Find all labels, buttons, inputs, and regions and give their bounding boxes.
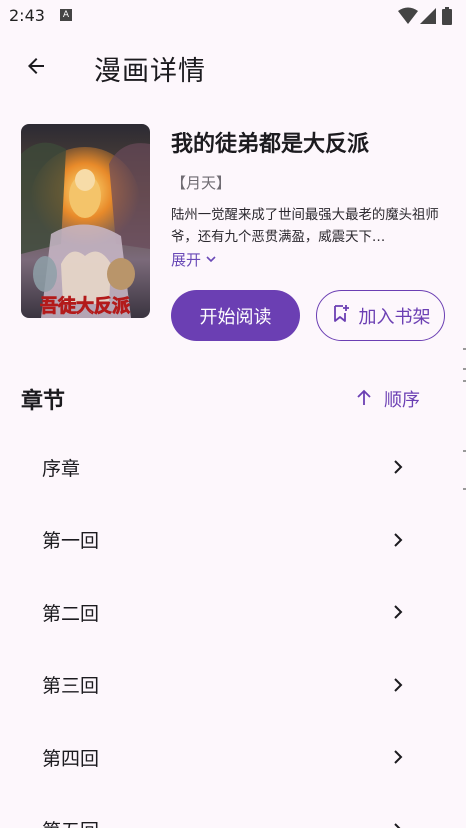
chevron-right-icon — [390, 532, 406, 548]
a-box-icon: A — [60, 9, 72, 21]
status-time: 2:43 — [9, 6, 45, 25]
chevron-right-icon — [390, 749, 406, 765]
chapter-item[interactable]: 第一回 — [0, 504, 466, 577]
bookmark-add-icon — [331, 303, 351, 328]
sort-label: 顺序 — [384, 390, 420, 411]
back-button[interactable] — [16, 50, 56, 86]
start-reading-button[interactable]: 开始阅读 — [171, 290, 300, 341]
scrollbar[interactable] — [461, 340, 466, 500]
chapter-item[interactable]: 第五回 — [0, 794, 466, 828]
status-bar: 2:43 A — [0, 0, 466, 32]
app-bar: 漫画详情 — [0, 36, 466, 100]
chapter-item[interactable]: 序章 — [0, 431, 466, 504]
sort-order-button[interactable]: 顺序 — [356, 386, 420, 412]
chevron-right-icon — [390, 604, 406, 620]
chapter-item[interactable]: 第四回 — [0, 721, 466, 794]
chevron-down-icon — [205, 251, 217, 269]
comic-cover-image: 吾徒大反派 — [21, 124, 150, 318]
arrow-up-icon — [356, 388, 372, 411]
chapter-item[interactable]: 第三回 — [0, 649, 466, 722]
signal-icon — [420, 7, 436, 29]
battery-icon — [442, 7, 452, 29]
arrow-left-icon — [24, 54, 48, 82]
chapter-label: 第三回 — [42, 675, 100, 698]
chapter-label: 第二回 — [42, 602, 100, 625]
chapter-label: 第四回 — [42, 747, 100, 770]
chapter-list: 序章 第一回 第二回 第三回 第四回 — [0, 431, 466, 828]
chevron-right-icon — [390, 677, 406, 693]
expand-label: 展开 — [171, 251, 202, 269]
comic-author: 【月天】 — [171, 174, 232, 192]
page-title: 漫画详情 — [94, 56, 206, 87]
expand-description-button[interactable]: 展开 — [171, 249, 217, 270]
add-to-shelf-button[interactable]: 加入书架 — [316, 290, 445, 341]
comic-title: 我的徒弟都是大反派 — [171, 132, 370, 157]
comic-description: 陆州一觉醒来成了世间最强大最老的魔头祖师爷，还有九个恶贯满盈，威震天下… — [171, 208, 439, 245]
chapters-section-title: 章节 — [21, 389, 66, 414]
chapter-item[interactable]: 第二回 — [0, 576, 466, 649]
wifi-icon — [398, 7, 418, 29]
chevron-right-icon — [390, 459, 406, 475]
chapter-label: 序章 — [42, 457, 81, 480]
chevron-right-icon — [390, 822, 406, 828]
svg-text:吾徒大反派: 吾徒大反派 — [40, 295, 131, 317]
add-to-shelf-label: 加入书架 — [358, 306, 431, 328]
chapter-label: 第五回 — [42, 816, 99, 828]
chapter-label: 第一回 — [42, 530, 100, 553]
comic-detail-screen: 2:43 A 漫画详情 吾徒大反派 我的徒弟都是大反派 【月天】 陆州一觉醒来成… — [0, 0, 466, 828]
